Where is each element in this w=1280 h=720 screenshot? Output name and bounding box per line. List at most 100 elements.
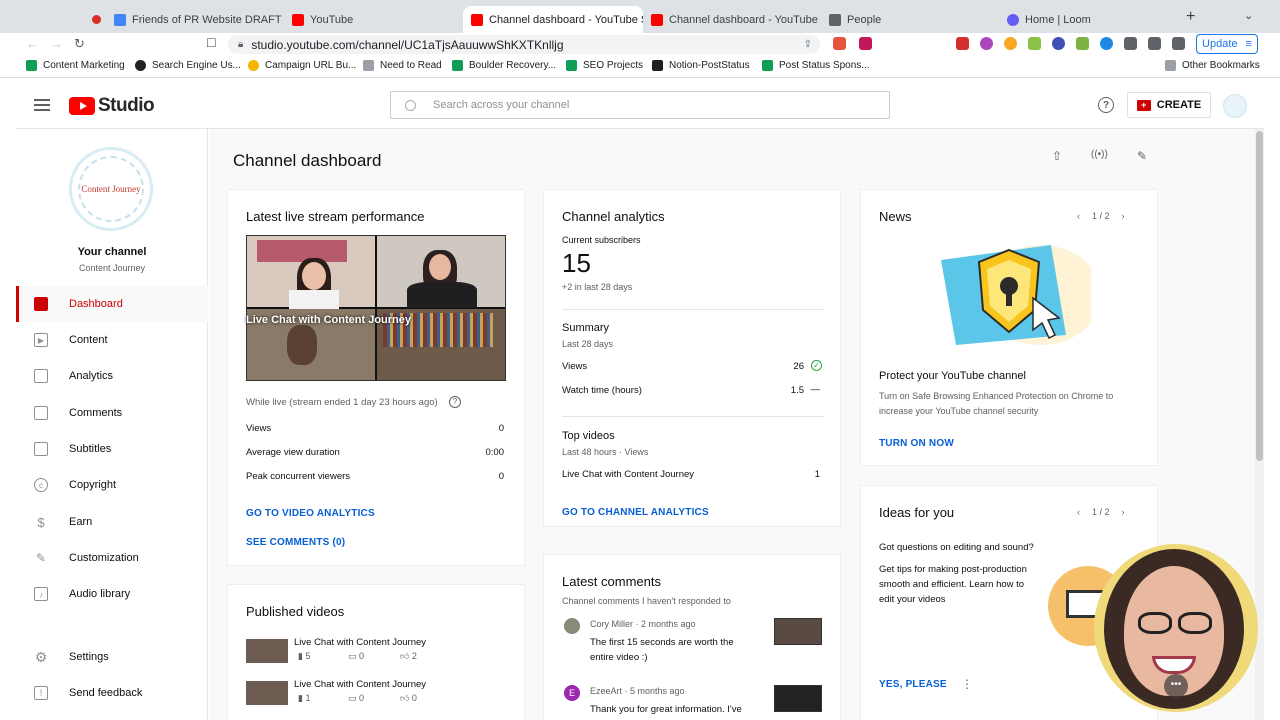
tab-title: Channel dashboard - YouTube S xyxy=(489,13,643,26)
update-button[interactable]: Update ≡ xyxy=(1196,34,1258,54)
dashboard-icon xyxy=(34,297,48,311)
sidebar-item-copyright[interactable]: c Copyright xyxy=(16,467,208,503)
address-bar[interactable]: 🔒︎ studio.youtube.com/channel/UC1aTjsAau… xyxy=(228,35,820,54)
go-to-channel-analytics-link[interactable]: GO TO CHANNEL ANALYTICS xyxy=(562,507,709,518)
turn-on-now-link[interactable]: TURN ON NOW xyxy=(879,438,954,449)
sidebar-item-customization[interactable]: ✎ Customization xyxy=(16,540,208,576)
commenter-avatar[interactable] xyxy=(564,618,580,634)
extension-icon[interactable] xyxy=(1100,37,1113,50)
help-icon[interactable]: ? xyxy=(449,396,461,408)
sidebar-item-content[interactable]: ▶ Content xyxy=(16,322,208,358)
wall-painting xyxy=(257,240,347,262)
comment-author[interactable]: EzeeArt xyxy=(590,686,622,696)
more-vert-icon[interactable]: ⋮ xyxy=(961,677,973,691)
extension-icon[interactable] xyxy=(980,37,993,50)
new-tab-button[interactable]: + xyxy=(1186,8,1195,26)
upload-icon[interactable]: ⇧ xyxy=(1049,149,1065,165)
idea-headline: Got questions on editing and sound? xyxy=(879,542,1034,553)
tab-recording[interactable] xyxy=(84,6,104,33)
participant-shirt xyxy=(407,282,477,308)
help-icon[interactable]: ? xyxy=(1098,97,1114,113)
yes-please-link[interactable]: YES, PLEASE xyxy=(879,679,947,690)
webcam-overlay[interactable]: ••• xyxy=(1094,544,1258,712)
bookmark-item[interactable]: Notion-PostStatus xyxy=(652,60,750,71)
video-thumbnail[interactable] xyxy=(246,681,288,705)
bookmark-item[interactable]: Search Engine Us... xyxy=(135,60,241,71)
go-live-icon[interactable]: ((•)) xyxy=(1091,149,1108,165)
commenter-avatar[interactable]: E xyxy=(564,685,580,701)
top-video-views: 1 xyxy=(814,469,820,480)
sidebar-item-label: Earn xyxy=(69,516,93,528)
video-title[interactable]: Live Chat with Content Journey xyxy=(294,679,426,690)
create-button[interactable]: + CREATE xyxy=(1127,92,1211,118)
video-title[interactable]: Live Chat with Content Journey xyxy=(294,637,426,648)
tab-loom[interactable]: Home | Loom xyxy=(999,6,1175,33)
extension-icon[interactable] xyxy=(1052,37,1065,50)
sidebar-icon[interactable] xyxy=(1148,37,1161,50)
video-thumbnail[interactable] xyxy=(246,639,288,663)
youtube-studio-logo[interactable]: Studio xyxy=(69,95,155,117)
extension-icon[interactable] xyxy=(1076,37,1089,50)
comments-icon xyxy=(34,406,48,420)
tab-youtube[interactable]: YouTube xyxy=(284,6,460,33)
sidebar-item-analytics[interactable]: Analytics xyxy=(16,358,208,394)
tab-channel-dashboard[interactable]: Channel dashboard - YouTube Stud xyxy=(643,6,819,33)
extension-icon[interactable] xyxy=(956,37,969,50)
bookmark-item[interactable]: SEO Projects xyxy=(566,60,643,71)
tab-search-icon[interactable]: ⌄ xyxy=(1244,9,1253,22)
sidebar-item-earn[interactable]: $ Earn xyxy=(16,504,208,540)
puzzle-icon[interactable] xyxy=(1124,37,1137,50)
chevron-left-icon[interactable]: ‹ xyxy=(1077,507,1080,517)
sidebar-item-label: Send feedback xyxy=(69,687,143,699)
bookmark-item[interactable]: Boulder Recovery... xyxy=(452,60,556,71)
bookmark-item[interactable]: Content Marketing xyxy=(26,60,125,71)
chevron-left-icon[interactable]: ‹ xyxy=(1077,211,1080,221)
sidebar-item-label: Content xyxy=(69,334,108,346)
tab-friends-of-pr[interactable]: Friends of PR Website DRAFT to cl xyxy=(106,6,282,33)
subscribers-count: 15 xyxy=(562,248,591,278)
extension-icon[interactable] xyxy=(1004,37,1017,50)
sidebar-item-send-feedback[interactable]: ! Send feedback xyxy=(16,675,208,711)
comment-icon: ▭ xyxy=(348,693,360,703)
forward-arrow-icon[interactable]: → xyxy=(50,36,63,51)
divider xyxy=(562,416,824,417)
bookmark-icon[interactable]: ☐ xyxy=(206,36,217,50)
tab-people[interactable]: People xyxy=(821,6,997,33)
see-comments-link[interactable]: SEE COMMENTS (0) xyxy=(246,537,345,548)
account-avatar[interactable] xyxy=(1223,94,1247,118)
back-arrow-icon[interactable]: ← xyxy=(26,36,39,51)
bookmark-item[interactable]: Need to Read xyxy=(363,60,442,71)
share-icon[interactable]: ⇪ xyxy=(804,39,812,50)
channel-avatar[interactable]: Content Journey xyxy=(69,147,153,231)
likes-count: 0 xyxy=(411,693,417,703)
tab-channel-dashboard-active[interactable]: Channel dashboard - YouTube S ✕ xyxy=(463,6,643,33)
sidebar-item-dashboard[interactable]: Dashboard xyxy=(16,286,208,322)
bookmark-item[interactable]: Campaign URL Bu... xyxy=(248,60,356,71)
published-videos-card: Published videos Live Chat with Content … xyxy=(227,584,525,720)
other-bookmarks[interactable]: Other Bookmarks xyxy=(1165,60,1260,71)
comment-video-thumbnail[interactable] xyxy=(774,685,822,712)
extension-icon[interactable] xyxy=(1028,37,1041,50)
sidebar-item-audio-library[interactable]: ♪ Audio library xyxy=(16,576,208,612)
sidebar-item-comments[interactable]: Comments xyxy=(16,395,208,431)
menu-icon[interactable] xyxy=(34,99,50,114)
live-stream-thumbnail[interactable] xyxy=(246,235,506,381)
sidebar-item-subtitles[interactable]: Subtitles xyxy=(16,431,208,467)
subscribers-change: +2 in last 28 days xyxy=(562,282,633,292)
bookmark-item[interactable]: Post Status Spons... xyxy=(762,60,870,71)
brave-extension-icon[interactable] xyxy=(833,37,846,50)
extension-icon[interactable] xyxy=(859,37,872,50)
loom-options-icon[interactable]: ••• xyxy=(1164,674,1188,698)
cast-icon[interactable] xyxy=(1172,37,1185,50)
sidebar-item-settings[interactable]: ⚙ Settings xyxy=(16,639,208,675)
reload-icon[interactable]: ↻ xyxy=(74,36,85,52)
chevron-right-icon[interactable]: › xyxy=(1122,507,1125,517)
comment-video-thumbnail[interactable] xyxy=(774,618,822,645)
scrollbar-thumb[interactable] xyxy=(1256,131,1263,461)
create-post-icon[interactable]: ✎ xyxy=(1134,149,1150,165)
go-to-video-analytics-link[interactable]: GO TO VIDEO ANALYTICS xyxy=(246,508,375,519)
chevron-right-icon[interactable]: › xyxy=(1122,211,1125,221)
search-input[interactable]: Search across your channel xyxy=(390,91,890,119)
comment-author[interactable]: Cory Miller xyxy=(590,619,633,629)
top-video-title[interactable]: Live Chat with Content Journey xyxy=(562,469,694,480)
